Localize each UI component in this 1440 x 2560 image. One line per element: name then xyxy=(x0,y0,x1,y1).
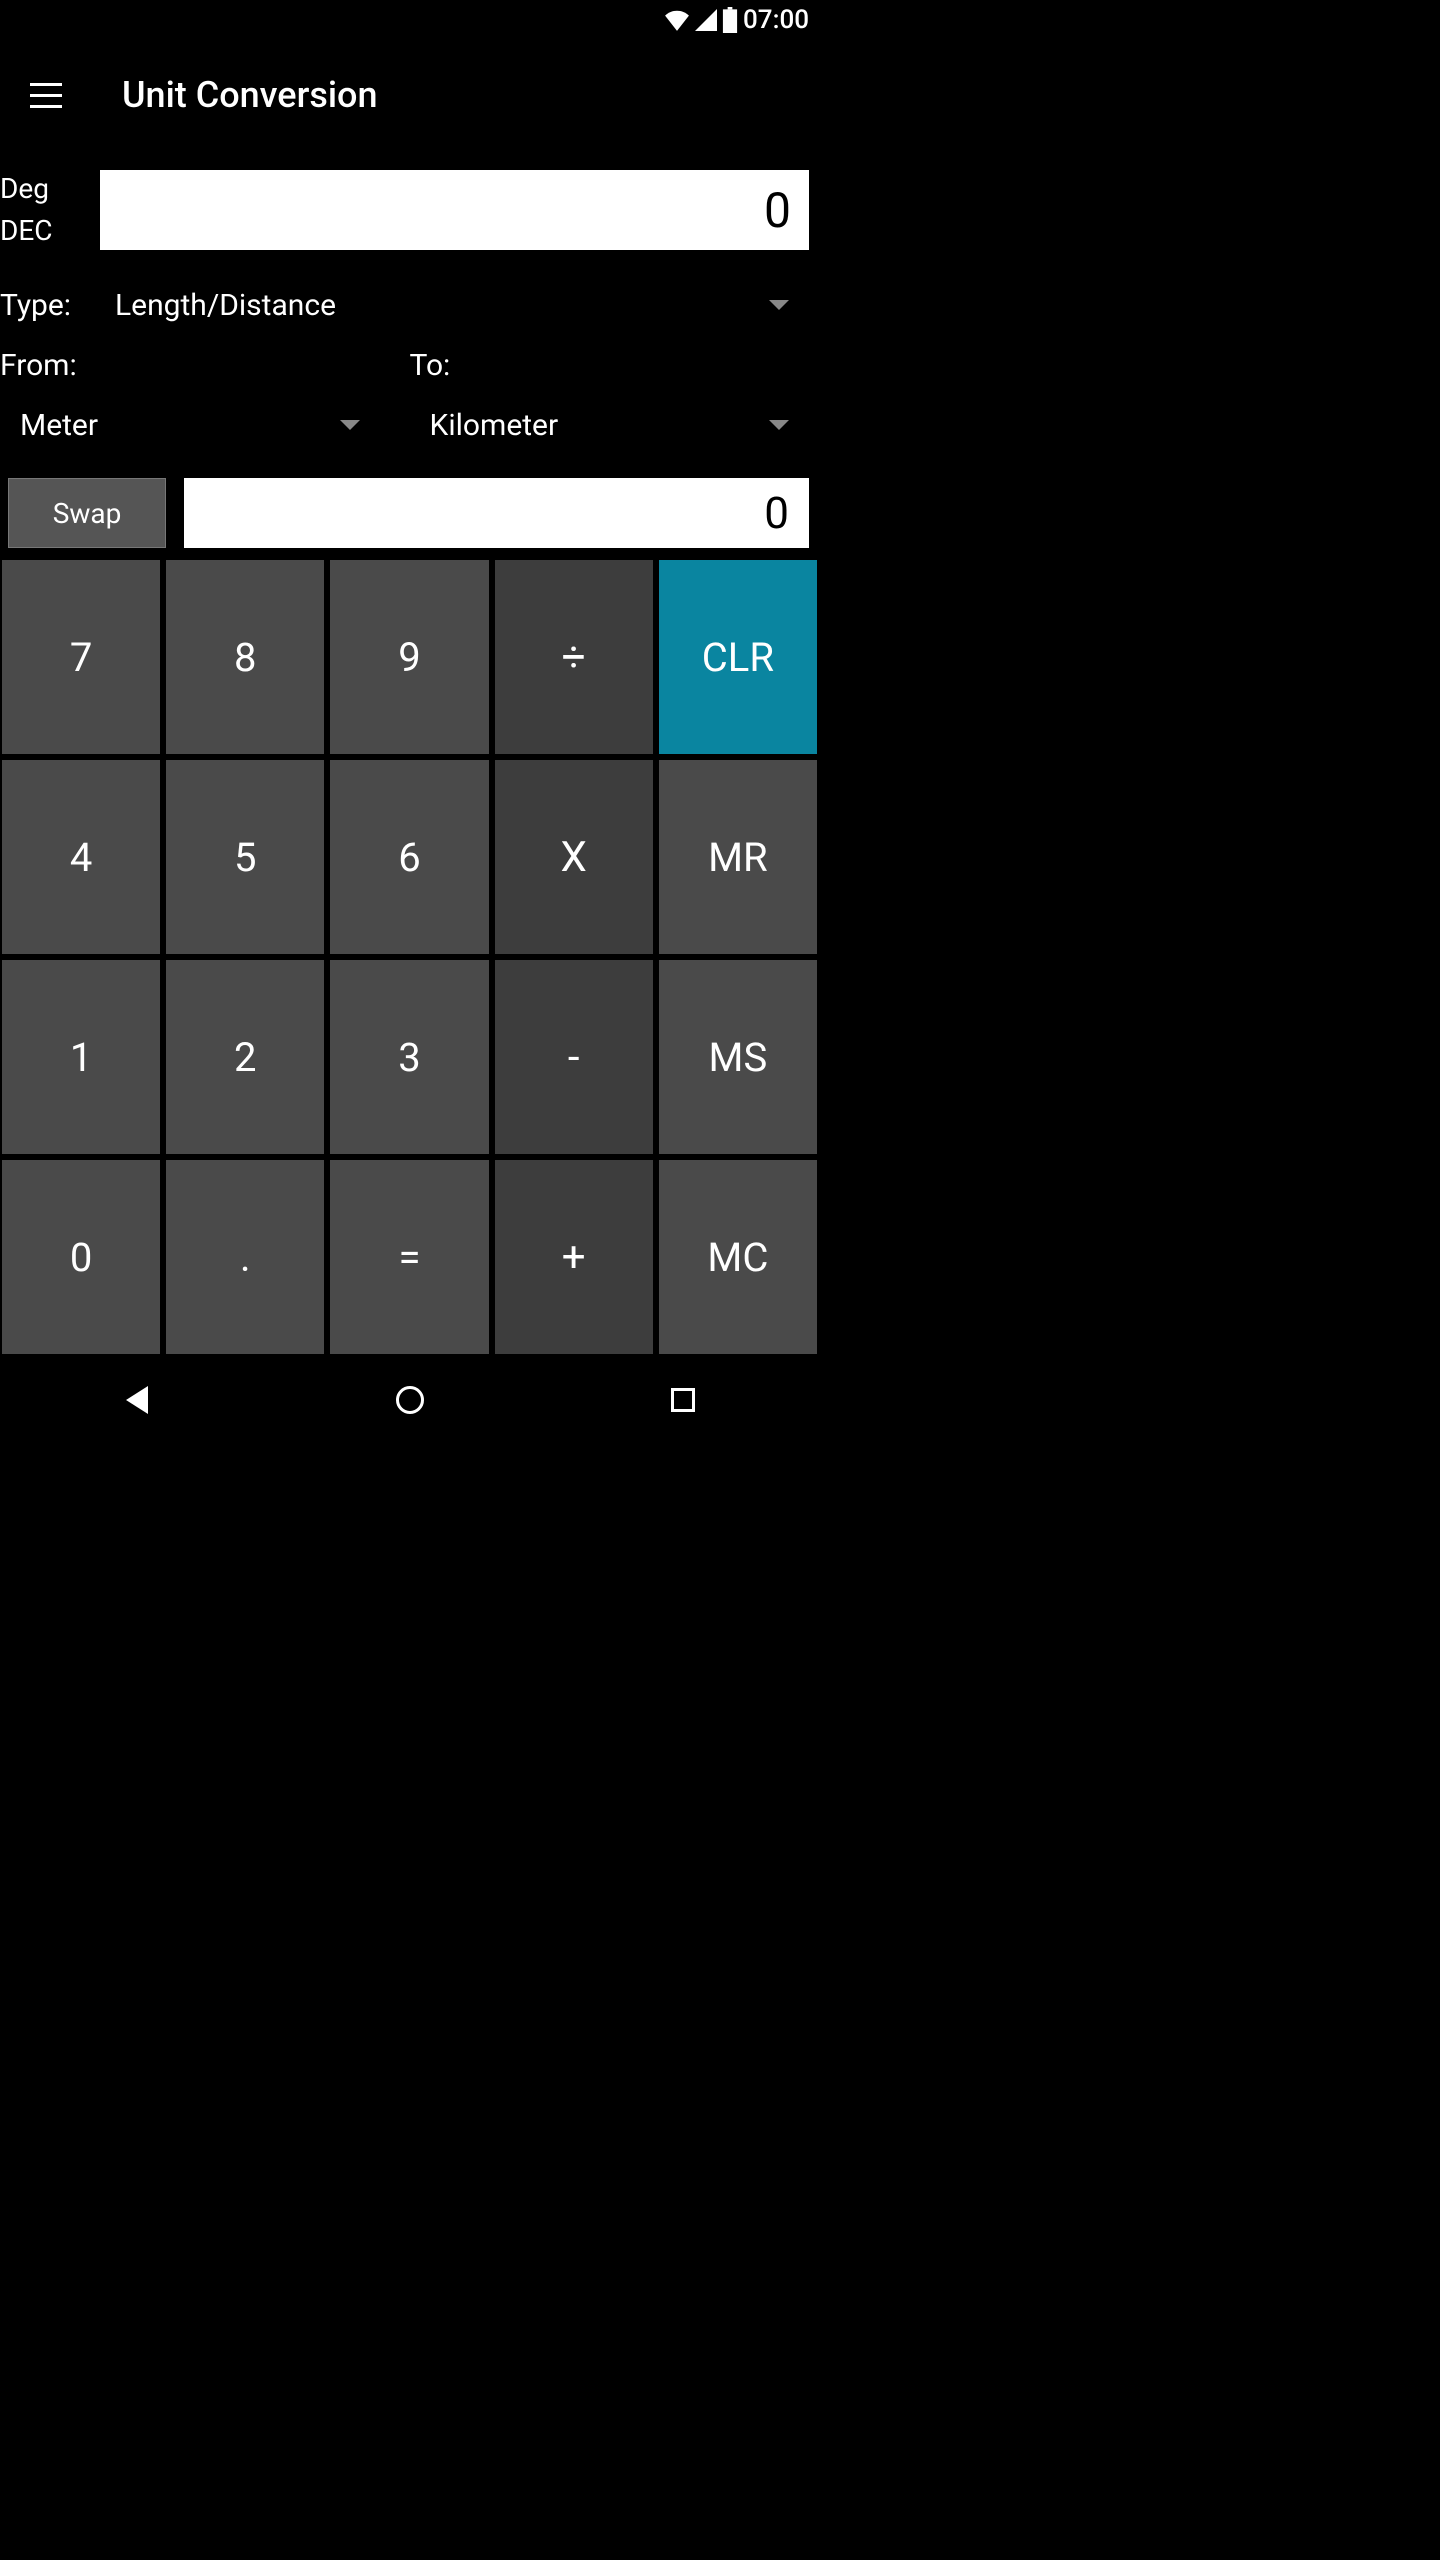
key-6[interactable]: 6 xyxy=(330,760,488,954)
from-unit-select[interactable]: Meter xyxy=(0,390,410,460)
battery-icon xyxy=(722,7,738,33)
mode-indicator[interactable]: Deg DEC xyxy=(0,168,100,252)
key-divide[interactable]: ÷ xyxy=(495,560,653,754)
back-icon xyxy=(126,1386,148,1414)
from-to-labels: From: To: xyxy=(0,340,819,390)
mode-deg: Deg xyxy=(0,168,100,210)
key-mr[interactable]: MR xyxy=(659,760,817,954)
mode-dec: DEC xyxy=(0,210,100,252)
key-1[interactable]: 1 xyxy=(2,960,160,1154)
result-display: 0 xyxy=(184,478,809,548)
key-mc[interactable]: MC xyxy=(659,1160,817,1354)
recent-icon xyxy=(671,1388,695,1412)
nav-bar xyxy=(0,1360,819,1440)
signal-icon xyxy=(695,9,717,31)
key-add[interactable]: + xyxy=(495,1160,653,1354)
key-7[interactable]: 7 xyxy=(2,560,160,754)
to-label: To: xyxy=(410,348,820,383)
key-0[interactable]: 0 xyxy=(2,1160,160,1354)
key-multiply[interactable]: X xyxy=(495,760,653,954)
key-3[interactable]: 3 xyxy=(330,960,488,1154)
home-button[interactable] xyxy=(390,1380,430,1420)
type-row: Type: Length/Distance xyxy=(0,270,819,340)
type-value: Length/Distance xyxy=(100,288,336,323)
menu-icon[interactable] xyxy=(30,83,62,108)
keypad: 7 8 9 ÷ CLR 4 5 6 X MR 1 2 3 - MS 0 . = … xyxy=(0,556,819,1360)
swap-button[interactable]: Swap xyxy=(8,478,166,548)
recent-button[interactable] xyxy=(663,1380,703,1420)
key-decimal[interactable]: . xyxy=(166,1160,324,1354)
key-4[interactable]: 4 xyxy=(2,760,160,954)
key-8[interactable]: 8 xyxy=(166,560,324,754)
status-bar: 07:00 xyxy=(0,0,819,40)
swap-row: Swap 0 xyxy=(0,470,819,556)
to-unit-select[interactable]: Kilometer xyxy=(410,390,820,460)
chevron-down-icon xyxy=(340,420,360,430)
key-ms[interactable]: MS xyxy=(659,960,817,1154)
from-label: From: xyxy=(0,348,410,383)
type-label: Type: xyxy=(0,288,100,323)
app-bar: Unit Conversion xyxy=(0,40,819,150)
chevron-down-icon xyxy=(769,300,789,310)
unit-selectors: Meter Kilometer xyxy=(0,390,819,460)
to-unit-value: Kilometer xyxy=(410,408,559,443)
chevron-down-icon xyxy=(769,420,789,430)
input-row: Deg DEC 0 xyxy=(0,168,819,252)
key-9[interactable]: 9 xyxy=(330,560,488,754)
key-5[interactable]: 5 xyxy=(166,760,324,954)
wifi-icon xyxy=(664,9,690,31)
page-title: Unit Conversion xyxy=(122,74,377,116)
home-icon xyxy=(396,1386,424,1414)
from-unit-value: Meter xyxy=(0,408,98,443)
type-select[interactable]: Length/Distance xyxy=(100,288,819,323)
back-button[interactable] xyxy=(117,1380,157,1420)
key-subtract[interactable]: - xyxy=(495,960,653,1154)
key-equals[interactable]: = xyxy=(330,1160,488,1354)
input-display[interactable]: 0 xyxy=(100,170,809,250)
key-clear[interactable]: CLR xyxy=(659,560,817,754)
key-2[interactable]: 2 xyxy=(166,960,324,1154)
clock: 07:00 xyxy=(743,5,809,35)
